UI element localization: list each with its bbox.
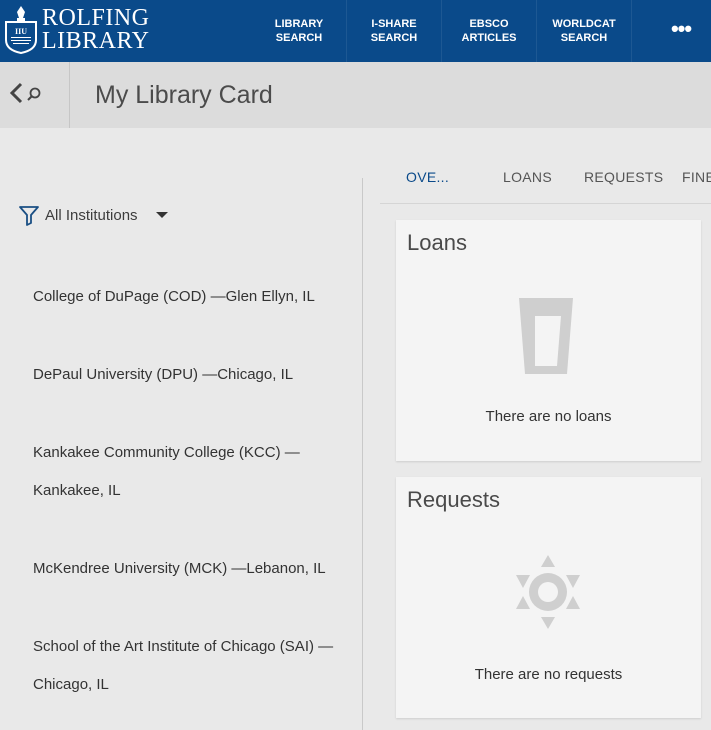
page-title: My Library Card: [95, 81, 273, 109]
institutions-panel: All Institutions College of DuPage (COD)…: [0, 128, 362, 730]
requests-card: Requests There are no requests: [396, 477, 701, 718]
empty-glass-icon: [519, 298, 573, 374]
institution-item[interactable]: College of DuPage (COD) —Glen Ellyn, IL: [33, 278, 338, 316]
institution-item[interactable]: School of the Art Institute of Chicago (…: [33, 628, 338, 704]
more-menu-icon[interactable]: •••: [666, 18, 696, 40]
institution-item[interactable]: McKendree University (MCK) —Lebanon, IL: [33, 550, 338, 588]
chevron-left-icon: [9, 82, 23, 104]
loans-card-title[interactable]: Loans: [407, 230, 467, 256]
requests-empty-message: There are no requests: [474, 666, 623, 683]
logo-text-line2: LIBRARY: [42, 28, 150, 54]
back-to-search-button[interactable]: [0, 62, 70, 128]
tab-requests[interactable]: REQUESTS: [584, 169, 663, 185]
institution-item[interactable]: DePaul University (DPU) —Chicago, IL: [33, 356, 338, 394]
caret-down-icon: [155, 212, 168, 218]
logo-text-line1: ROLFING: [42, 5, 150, 31]
loans-card: Loans There are no loans: [396, 220, 701, 461]
empty-requests-icon: [516, 555, 580, 629]
panel-divider: [362, 178, 363, 730]
filter-label: All Institutions: [45, 206, 138, 224]
institution-filter-dropdown[interactable]: All Institutions: [18, 203, 168, 227]
requests-card-title[interactable]: Requests: [407, 487, 500, 513]
institution-item[interactable]: Kankakee Community College (KCC) — Kanka…: [33, 434, 338, 510]
nav-ebsco-articles[interactable]: EBSCO ARTICLES: [442, 0, 537, 62]
search-icon: [27, 87, 41, 101]
main-nav: LIBRARY SEARCH I-SHARE SEARCH EBSCO ARTI…: [252, 0, 632, 62]
tab-fines[interactable]: FINE: [682, 169, 711, 185]
funnel-filter-icon: [19, 206, 39, 226]
top-navigation-bar: IIU ROLFING LIBRARY LIBRARY SEARCH I-SHA…: [0, 0, 711, 62]
svg-text:IIU: IIU: [15, 27, 27, 36]
page-header: My Library Card: [0, 62, 711, 128]
university-shield-icon: IIU: [5, 6, 37, 54]
nav-worldcat-search[interactable]: WORLDCAT SEARCH: [537, 0, 632, 62]
institution-list: College of DuPage (COD) —Glen Ellyn, IL …: [33, 278, 338, 730]
loans-empty-message: There are no loans: [485, 408, 612, 425]
account-tabs: OVE... LOANS REQUESTS FINE: [380, 150, 711, 204]
library-logo[interactable]: IIU ROLFING LIBRARY: [0, 0, 150, 62]
nav-ishare-search[interactable]: I-SHARE SEARCH: [347, 0, 442, 62]
nav-library-search[interactable]: LIBRARY SEARCH: [252, 0, 347, 62]
tab-overview[interactable]: OVE...: [406, 169, 449, 185]
tab-loans[interactable]: LOANS: [503, 169, 552, 185]
